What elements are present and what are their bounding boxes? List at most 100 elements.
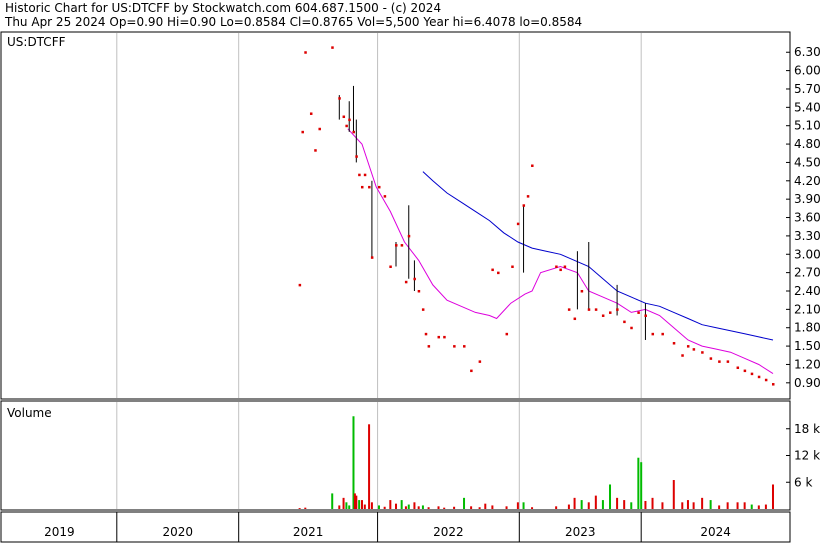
price-tick-label: 4.80 — [794, 137, 821, 151]
price-point — [726, 360, 730, 363]
price-point — [587, 308, 591, 311]
volume-bar — [692, 502, 695, 509]
price-point — [421, 308, 425, 311]
volume-tick-label: 12 k — [794, 449, 820, 463]
price-point — [417, 289, 421, 293]
price-point — [348, 118, 351, 122]
price-point — [309, 112, 313, 115]
volume-bar — [644, 500, 647, 509]
price-tick-label: 3.30 — [794, 229, 821, 243]
price-point — [331, 46, 334, 49]
price-point — [478, 360, 482, 363]
price-point — [360, 185, 364, 189]
price-point — [395, 244, 398, 247]
price-point — [427, 345, 431, 348]
price-point — [314, 149, 317, 152]
volume-bar — [750, 504, 753, 509]
price-point — [701, 351, 704, 354]
price-point — [437, 335, 441, 339]
volume-bar — [709, 500, 712, 509]
x-axis-year-label: 2024 — [700, 525, 731, 539]
volume-tick-label: 6 k — [794, 475, 812, 489]
price-point — [661, 332, 664, 336]
volume-bar — [771, 484, 774, 509]
volume-bar — [437, 506, 440, 509]
volume-bar — [531, 507, 534, 509]
price-point — [370, 256, 374, 259]
price-point — [304, 51, 307, 54]
price-point — [318, 127, 321, 131]
volume-bar — [358, 500, 361, 509]
volume-bar — [594, 495, 597, 509]
price-point — [567, 308, 571, 311]
price-point — [413, 277, 416, 281]
volume-bar — [637, 457, 640, 509]
price-point — [400, 244, 404, 247]
price-point — [750, 372, 754, 376]
price-point — [505, 332, 509, 336]
volume-bar — [331, 493, 334, 509]
volume-bar — [383, 506, 386, 509]
volume-bar — [651, 497, 654, 509]
price-tick-label: 3.60 — [794, 211, 821, 225]
price-point — [301, 130, 304, 134]
price-tick-label: 0.90 — [794, 376, 821, 390]
price-point — [342, 115, 346, 119]
volume-bar — [368, 424, 371, 509]
price-point — [522, 204, 526, 207]
price-point — [709, 357, 713, 360]
price-panel-frame — [0, 31, 791, 400]
volume-bar — [298, 508, 301, 509]
price-point — [516, 222, 520, 226]
price-tick-label: 1.50 — [794, 339, 821, 353]
price-point — [563, 265, 567, 269]
volume-bar — [360, 500, 363, 509]
volume-bar — [370, 502, 373, 509]
volume-bar — [686, 500, 689, 509]
volume-bar — [623, 500, 626, 509]
price-tick-label: 1.80 — [794, 321, 821, 335]
chart-canvas: US:DTCFF 6.30 6.00 5.70 5.40 5.10 4.80 4.50 4.2… — [0, 31, 821, 543]
price-point — [424, 332, 428, 336]
volume-bar — [491, 505, 494, 509]
price-point — [491, 268, 494, 272]
volume-bar — [389, 500, 392, 509]
x-axis-year-label: 2021 — [293, 525, 324, 539]
volume-bar — [400, 500, 403, 509]
price-panel-title: US:DTCFF — [7, 35, 66, 49]
price-point — [771, 383, 775, 386]
price-point — [637, 311, 640, 314]
price-point — [363, 173, 367, 177]
price-point — [718, 360, 721, 363]
volume-bar — [484, 503, 487, 509]
price-point — [594, 308, 598, 311]
price-point — [764, 378, 768, 382]
volume-bar — [377, 505, 380, 509]
price-point — [644, 314, 647, 317]
x-axis-band — [0, 511, 791, 543]
price-point — [681, 354, 684, 357]
price-point — [298, 283, 302, 287]
price-point — [580, 289, 584, 293]
price-point — [651, 332, 655, 336]
volume-bar — [601, 500, 604, 509]
volume-bar — [522, 502, 525, 509]
volume-bar — [609, 484, 612, 509]
volume-bar — [681, 502, 684, 509]
volume-bar — [443, 507, 446, 509]
price-point — [338, 97, 341, 100]
price-tick-label: 3.90 — [794, 192, 821, 206]
volume-bar — [463, 497, 466, 509]
volume-bar — [505, 506, 508, 509]
price-tick-label: 6.30 — [794, 45, 821, 59]
price-point — [511, 265, 514, 269]
price-point — [497, 271, 500, 275]
volume-bar — [573, 497, 576, 509]
price-point — [470, 369, 473, 373]
price-tick-label: 4.50 — [794, 155, 821, 169]
volume-bar — [640, 462, 643, 509]
price-point — [573, 317, 577, 321]
volume-tick-label: 18 k — [794, 422, 820, 436]
volume-bar — [338, 505, 341, 509]
volume-bar — [616, 497, 619, 509]
